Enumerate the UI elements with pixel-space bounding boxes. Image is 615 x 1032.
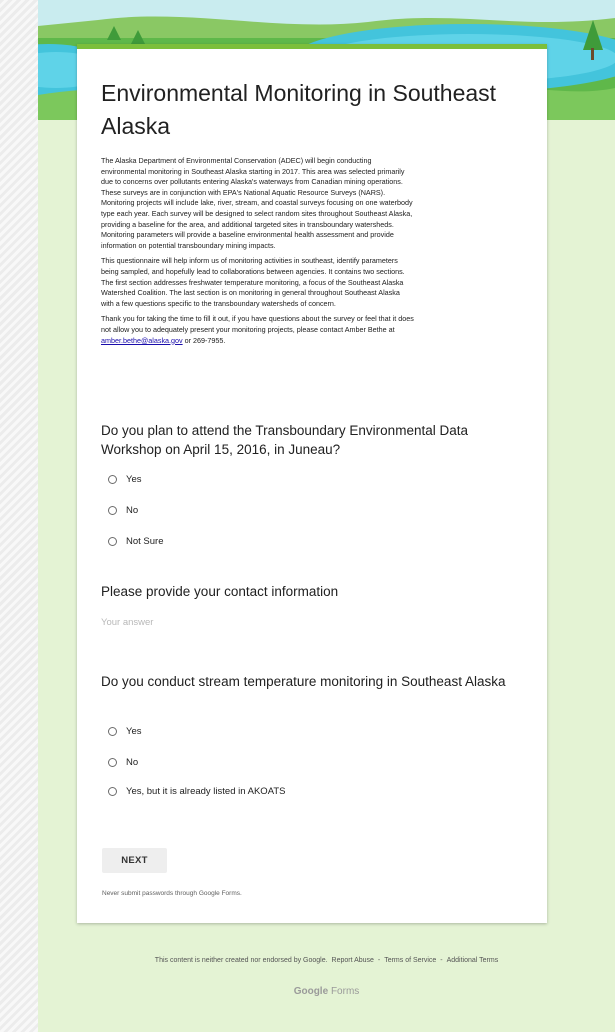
form-description: The Alaska Department of Environmental C… — [101, 156, 529, 351]
password-warning: Never submit passwords through Google Fo… — [102, 890, 242, 897]
footer-separator: - — [440, 957, 443, 964]
description-paragraph-3: Thank you for taking the time to fill it… — [101, 314, 529, 346]
option-label: Not Sure — [126, 536, 164, 547]
option-stream-akoats[interactable]: Yes, but it is already listed in AKOATS — [108, 786, 285, 797]
radio-button[interactable] — [108, 727, 117, 736]
option-workshop-not-sure[interactable]: Not Sure — [108, 536, 164, 547]
option-label: Yes — [126, 474, 142, 485]
question-stream-temperature: Do you conduct stream temperature monito… — [101, 674, 506, 689]
form-title: Environmental Monitoring in Southeast Al… — [101, 80, 497, 139]
radio-button[interactable] — [108, 475, 117, 484]
contact-phone-text: or 269-7955. — [182, 335, 226, 345]
footer-separator: - — [377, 957, 381, 964]
option-stream-yes[interactable]: Yes — [108, 726, 142, 737]
terms-of-service-link[interactable]: Terms of Service — [384, 957, 436, 964]
footer-disclaimer: This content is neither created nor endo… — [38, 957, 615, 964]
additional-terms-link[interactable]: Additional Terms — [447, 957, 499, 964]
question-contact-info: Please provide your contact information — [101, 584, 339, 599]
brand-google-text: Google — [293, 986, 329, 997]
report-abuse-link[interactable]: Report Abuse — [332, 957, 374, 964]
description-paragraph-1: The Alaska Department of Environmental C… — [101, 156, 413, 250]
google-forms-logo[interactable]: Google Forms — [38, 986, 615, 997]
radio-button[interactable] — [108, 787, 117, 796]
question-workshop: Do you plan to attend the Transboundary … — [101, 423, 468, 457]
option-label: Yes — [126, 726, 142, 737]
form-card: Environmental Monitoring in Southeast Al… — [77, 44, 547, 923]
option-label: Yes, but it is already listed in AKOATS — [126, 786, 286, 797]
option-label: No — [126, 757, 139, 768]
brand-forms-text: Forms — [330, 986, 360, 997]
option-label: No — [126, 505, 139, 516]
option-stream-no[interactable]: No — [108, 757, 138, 768]
option-workshop-no[interactable]: No — [108, 505, 138, 516]
disclaimer-text: This content is neither created nor endo… — [154, 957, 328, 964]
radio-button[interactable] — [108, 758, 117, 767]
radio-button[interactable] — [108, 506, 117, 515]
description-paragraph-2: This questionnaire will help inform us o… — [101, 256, 405, 308]
contact-text: Thank you for taking the time to fill it… — [101, 314, 414, 334]
left-edge-pattern — [0, 0, 38, 1032]
next-button[interactable]: NEXT — [102, 848, 167, 873]
option-workshop-yes[interactable]: Yes — [108, 474, 142, 485]
contact-email-link[interactable]: amber.bethe@alaska.gov — [101, 336, 183, 345]
contact-info-input[interactable] — [101, 617, 301, 628]
radio-button[interactable] — [108, 537, 117, 546]
